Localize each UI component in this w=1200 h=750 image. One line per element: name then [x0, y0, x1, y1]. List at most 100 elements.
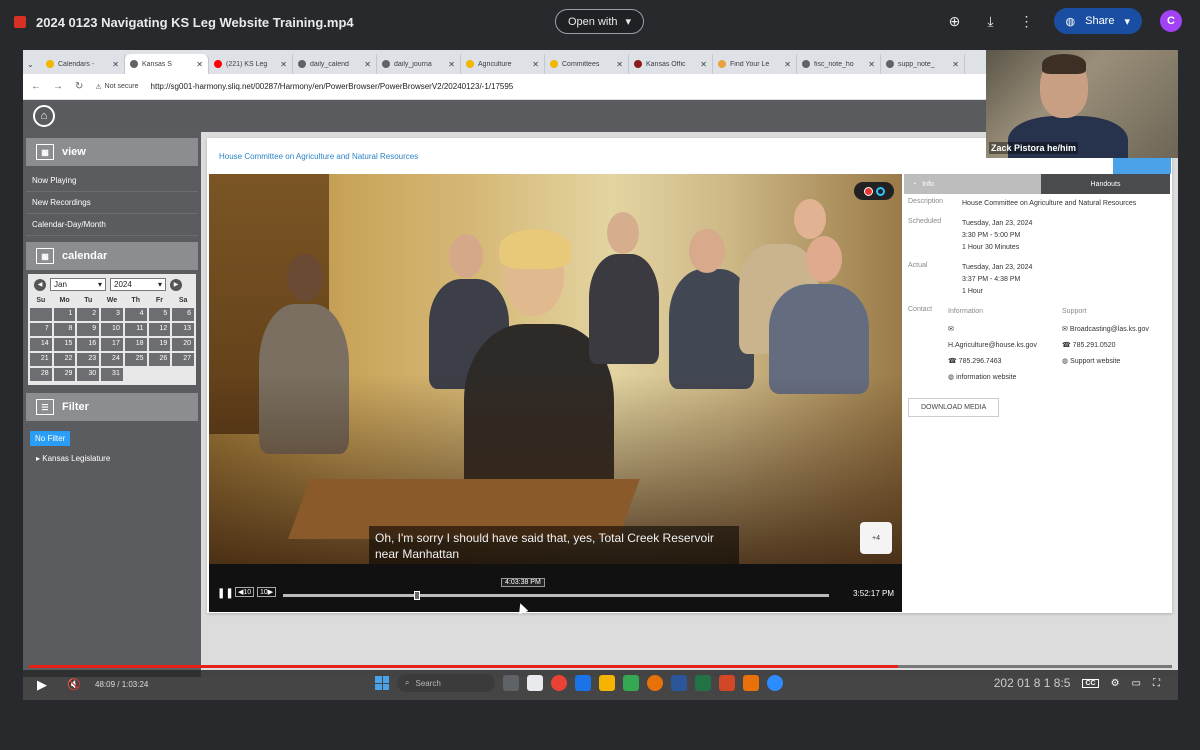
- info-website-link[interactable]: ◍ information website: [948, 372, 1052, 384]
- tab-handouts[interactable]: Handouts: [1041, 174, 1170, 194]
- calendar-day[interactable]: 15: [53, 338, 76, 351]
- browser-tab[interactable]: fisc_note_ho ✕: [797, 54, 881, 74]
- calendar-day[interactable]: 9: [77, 323, 100, 336]
- calendar-day[interactable]: 7: [30, 323, 52, 336]
- calendar-day[interactable]: 25: [124, 353, 147, 366]
- share-button[interactable]: ◍ Share ▾: [1053, 8, 1142, 34]
- reload-icon[interactable]: ↻: [75, 81, 83, 92]
- next-month-icon[interactable]: ▶: [170, 278, 182, 291]
- calendar-day[interactable]: 8: [53, 323, 76, 336]
- forward-icon[interactable]: →: [53, 81, 63, 92]
- tab-list-icon[interactable]: ⌄: [27, 54, 41, 74]
- month-select[interactable]: Jan ▾: [50, 278, 106, 291]
- sidebar-link-new-recordings[interactable]: New Recordings: [26, 192, 198, 214]
- calendar-day[interactable]: 27: [172, 353, 194, 366]
- calendar-day[interactable]: 5: [148, 308, 171, 321]
- browser-tab[interactable]: Agriculture ✕: [461, 54, 545, 74]
- fullscreen-icon[interactable]: ⛶: [1153, 678, 1160, 689]
- browser-tab[interactable]: Kansas S ✕: [125, 54, 209, 74]
- home-icon[interactable]: ⌂: [33, 105, 55, 127]
- close-tab-icon[interactable]: ✕: [112, 60, 119, 69]
- calendar-day[interactable]: 18: [124, 338, 147, 351]
- tab-info[interactable]: ◔ Info: [904, 174, 1041, 194]
- browser-tab[interactable]: Calendars - ✕: [41, 54, 125, 74]
- browser-tab[interactable]: Kansas Offic ✕: [629, 54, 713, 74]
- settings-gear-icon[interactable]: ⚙: [1111, 678, 1120, 689]
- browser-tab[interactable]: supp_note_ ✕: [881, 54, 965, 74]
- calendar-day[interactable]: 10: [101, 323, 123, 336]
- browser-tab[interactable]: Find Your Le ✕: [713, 54, 797, 74]
- calendar-day[interactable]: 11: [124, 323, 147, 336]
- calendar-day[interactable]: 26: [148, 353, 171, 366]
- sidebar-link-now-playing[interactable]: Now Playing: [26, 170, 198, 192]
- calendar-day[interactable]: 23: [77, 353, 100, 366]
- calendar-day[interactable]: 13: [172, 323, 194, 336]
- browser-tab[interactable]: (221) KS Leg ✕: [209, 54, 293, 74]
- info-email-link[interactable]: H.Agriculture@house.ks.gov: [948, 340, 1052, 352]
- agenda-button-partial[interactable]: [1113, 158, 1171, 174]
- url-field[interactable]: http://sg001-harmony.sliq.net/00287/Harm…: [151, 82, 514, 91]
- close-tab-icon[interactable]: ✕: [952, 60, 959, 69]
- captions-icon[interactable]: CC: [1082, 678, 1099, 688]
- calendar-day[interactable]: 6: [172, 308, 194, 321]
- browser-tab[interactable]: daily_journa ✕: [377, 54, 461, 74]
- calendar-day[interactable]: 2: [77, 308, 100, 321]
- year-select[interactable]: 2024 ▾: [110, 278, 166, 291]
- support-website-link[interactable]: ◍ Support website: [1062, 356, 1166, 368]
- pause-icon[interactable]: ❚❚: [217, 588, 234, 599]
- actual-time: 3:37 PM - 4:38 PM: [962, 276, 1021, 283]
- open-with-button[interactable]: Open with ▾: [555, 9, 645, 34]
- play-icon[interactable]: ▶: [37, 677, 47, 693]
- calendar-day[interactable]: 19: [148, 338, 171, 351]
- browser-tab[interactable]: Committees ✕: [545, 54, 629, 74]
- video-frame[interactable]: ⌄ Calendars - ✕ Kansas S ✕ (221) KS Leg ✕ dail…: [23, 50, 1178, 700]
- avatar[interactable]: C: [1160, 10, 1182, 32]
- close-tab-icon[interactable]: ✕: [448, 60, 455, 69]
- support-email-link[interactable]: ✉ Broadcasting@las.ks.gov: [1062, 324, 1166, 336]
- calendar-day[interactable]: 22: [53, 353, 76, 366]
- calendar-day[interactable]: 28: [30, 368, 52, 381]
- close-tab-icon[interactable]: ✕: [532, 60, 539, 69]
- close-tab-icon[interactable]: ✕: [364, 60, 371, 69]
- calendar-day[interactable]: 16: [77, 338, 100, 351]
- no-filter-button[interactable]: No Filter: [30, 431, 71, 446]
- forward-4-button[interactable]: +4: [860, 522, 892, 554]
- calendar-day[interactable]: 21: [30, 353, 52, 366]
- calendar-day[interactable]: 4: [124, 308, 147, 321]
- back-icon[interactable]: ←: [31, 81, 41, 92]
- close-tab-icon[interactable]: ✕: [280, 60, 287, 69]
- calendar-day[interactable]: 17: [101, 338, 123, 351]
- seek-bar[interactable]: [283, 591, 829, 600]
- prev-month-icon[interactable]: ◀: [34, 278, 46, 291]
- close-tab-icon[interactable]: ✕: [196, 60, 203, 69]
- add-to-drive-icon[interactable]: ⊕: [946, 12, 964, 30]
- calendar-day[interactable]: 29: [53, 368, 76, 381]
- skip-back-button[interactable]: ◀10: [235, 587, 255, 597]
- calendar-day[interactable]: 30: [77, 368, 100, 381]
- download-icon[interactable]: ⤓: [982, 12, 1000, 30]
- muted-icon[interactable]: 🔇: [67, 678, 81, 691]
- sidebar-link-calendar-day-month[interactable]: Calendar-Day/Month: [26, 214, 198, 236]
- security-indicator[interactable]: ⚠ Not secure: [95, 83, 138, 91]
- calendar-day[interactable]: 1: [53, 308, 76, 321]
- video-progress-played[interactable]: [29, 665, 898, 668]
- close-tab-icon[interactable]: ✕: [784, 60, 791, 69]
- calendar-day[interactable]: 12: [148, 323, 171, 336]
- browser-tab[interactable]: daily_calend ✕: [293, 54, 377, 74]
- close-tab-icon[interactable]: ✕: [868, 60, 875, 69]
- calendar-day[interactable]: 20: [172, 338, 194, 351]
- seek-thumb[interactable]: [414, 591, 421, 600]
- calendar-day[interactable]: 14: [30, 338, 52, 351]
- tree-item-kansas-legislature[interactable]: ▸ Kansas Legislature: [26, 450, 198, 467]
- calendar-day[interactable]: 3: [101, 308, 123, 321]
- calendar-day[interactable]: 24: [101, 353, 123, 366]
- skip-forward-button[interactable]: 10▶: [257, 587, 277, 597]
- more-options-icon[interactable]: ⋮: [1018, 12, 1036, 30]
- video-player[interactable]: Oh, I'm sorry I should have said that, y…: [209, 174, 902, 612]
- video-progress-remaining[interactable]: [898, 665, 1172, 668]
- close-tab-icon[interactable]: ✕: [616, 60, 623, 69]
- download-media-button[interactable]: DOWNLOAD MEDIA: [908, 398, 1000, 417]
- close-tab-icon[interactable]: ✕: [700, 60, 707, 69]
- miniplayer-icon[interactable]: ▭: [1132, 678, 1141, 689]
- calendar-day[interactable]: 31: [101, 368, 123, 381]
